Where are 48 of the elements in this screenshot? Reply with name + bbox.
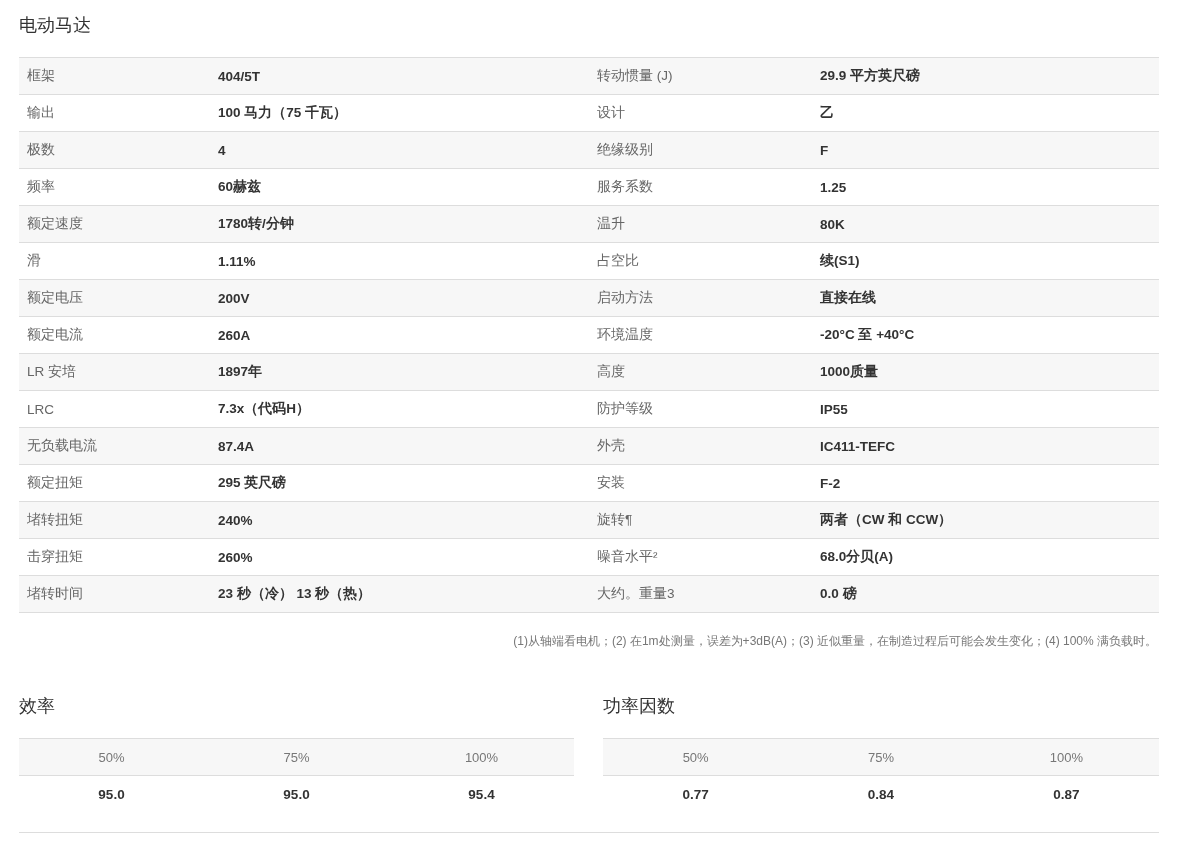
spec-label: 高度 [589, 354, 812, 391]
spec-value: 1897年 [210, 354, 589, 391]
spec-value: F [812, 132, 1159, 169]
column-header: 100% [973, 738, 1159, 776]
column-header: 100% [389, 738, 574, 776]
spec-label: 温升 [589, 206, 812, 243]
spec-label: 转动惯量 (J) [589, 58, 812, 95]
section-title: 效率 [19, 695, 56, 718]
spec-label: 大约。重量3 [589, 576, 812, 613]
spec-value: IC411-TEFC [812, 428, 1159, 465]
section-title: 功率因数 [603, 695, 676, 718]
section-title: 电动马达 [19, 14, 92, 37]
spec-label: 绝缘级别 [589, 132, 812, 169]
table-cell-text: 95.0 [97, 785, 126, 804]
column-header: 50% [19, 738, 204, 776]
spec-value: 1000质量 [812, 354, 1159, 391]
spec-label: 堵转时间 [19, 576, 210, 613]
table-cell-text: 0.77 [681, 785, 710, 804]
spec-value: 直接在线 [812, 280, 1159, 317]
spec-value: 4 [210, 132, 589, 169]
table-cell-text: 0.87 [1052, 785, 1081, 804]
spec-label: 旋转¶ [589, 502, 812, 539]
spec-label: 额定电压 [19, 280, 210, 317]
column-header: 75% [788, 738, 974, 776]
spec-label: 极数 [19, 132, 210, 169]
spec-label: 额定速度 [19, 206, 210, 243]
spec-label: LR 安培 [19, 354, 210, 391]
column-header: 75% [204, 738, 389, 776]
spec-value: 87.4A [210, 428, 589, 465]
spec-label: 框架 [19, 58, 210, 95]
spec-label: 外壳 [589, 428, 812, 465]
spec-value: 240% [210, 502, 589, 539]
spec-value: 404/5T [210, 58, 589, 95]
spec-label: 堵转扭矩 [19, 502, 210, 539]
column-header: 50% [603, 738, 789, 776]
table-cell-text: 95.4 [467, 785, 496, 804]
table-cell-text: 95.0 [282, 785, 311, 804]
spec-label: 无负载电流 [19, 428, 210, 465]
table-cell-text: 0.84 [866, 785, 896, 804]
spec-value: 0.0 磅 [812, 576, 1159, 613]
spec-value: 80K [812, 206, 1159, 243]
spec-value: 1780转/分钟 [210, 206, 589, 243]
footnote: (1)从轴端看电机；(2) 在1m处测量，误差为+3dB(A)；(3) 近似重量，在制造过程后可能会发生变化；(4) 100% 满负载时。 [512, 633, 1158, 650]
spec-value: 两者（CW 和 CCW） [812, 502, 1159, 539]
spec-value: 23 秒（冷） 13 秒（热） [210, 576, 589, 613]
spec-value: 29.9 平方英尺磅 [812, 58, 1159, 95]
spec-label: 启动方法 [589, 280, 812, 317]
spec-value: 200V [210, 280, 589, 317]
